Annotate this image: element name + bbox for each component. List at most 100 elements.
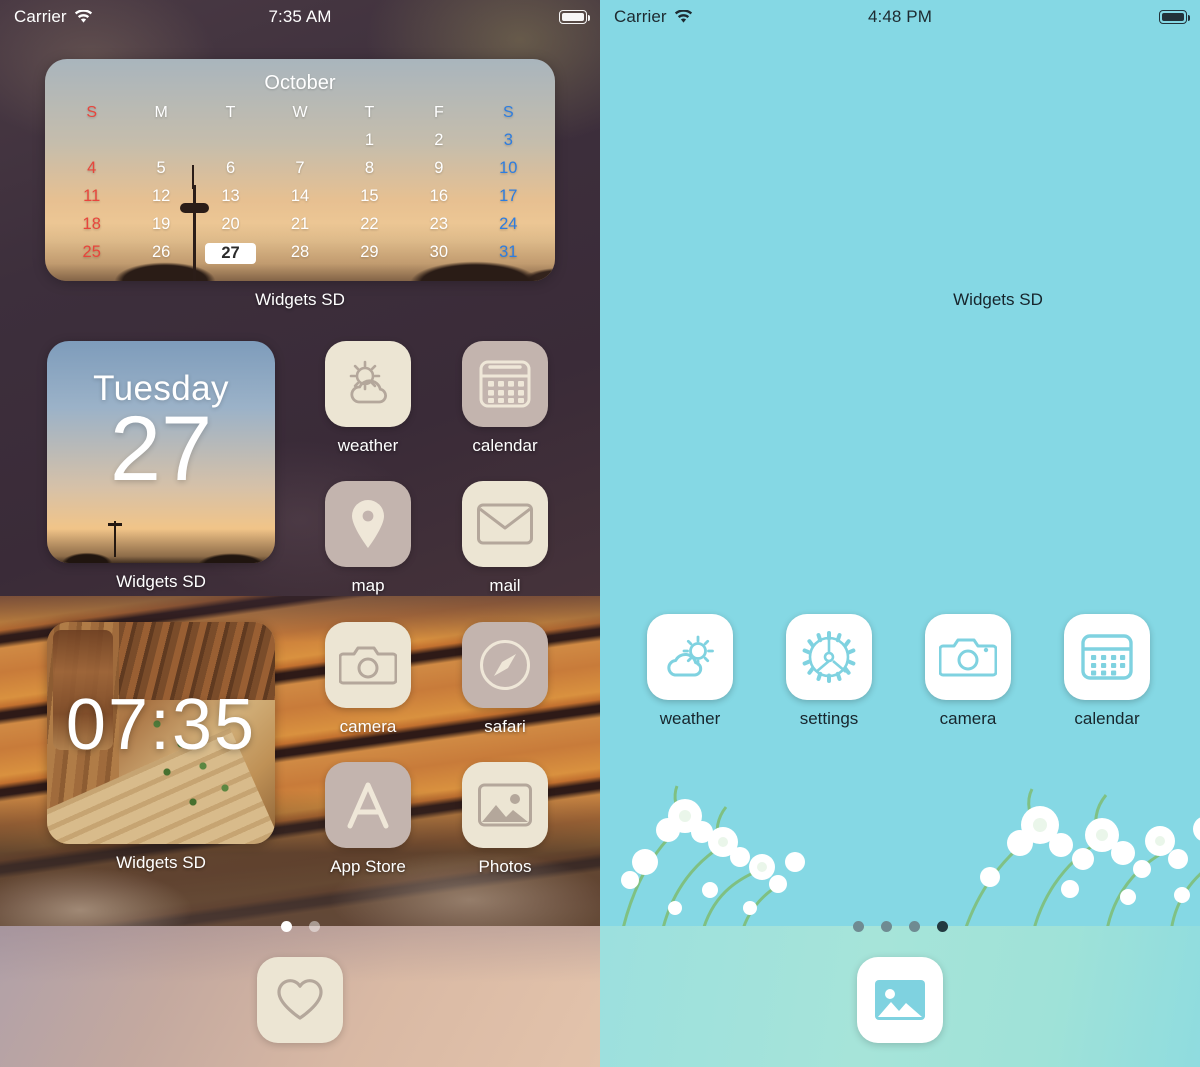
calendar-day: 19 — [151, 215, 171, 233]
calendar-day: 23 — [429, 215, 449, 233]
battery-icon — [1159, 10, 1190, 24]
status-time: 7:35 AM — [268, 7, 332, 26]
weather-sun-cloud-icon — [325, 341, 411, 427]
app-label: Photos — [478, 857, 532, 876]
safari-compass-icon — [462, 622, 548, 708]
calendar-day — [196, 131, 265, 150]
page-dot[interactable] — [880, 921, 892, 932]
calendar-header-cell: F — [433, 104, 444, 121]
calendar-day: 15 — [360, 187, 379, 205]
camera-icon — [925, 614, 1011, 700]
app-icon-app-store[interactable]: App Store — [312, 762, 424, 877]
mail-envelope-icon — [462, 481, 548, 567]
calendar-day: 11 — [83, 187, 101, 205]
calendar-day: 16 — [429, 187, 449, 205]
calendar-header-cell: T — [364, 104, 375, 121]
dual-phone-screenshot: Carrier 7:35 AM October S M T W T F S 1 … — [0, 0, 1200, 1067]
left-home-screen: Carrier 7:35 AM October S M T W T F S 1 … — [0, 0, 600, 1067]
calendar-day: 30 — [429, 243, 449, 261]
calendar-day: 8 — [364, 159, 375, 177]
page-dot-active[interactable] — [280, 921, 292, 932]
calendar-day: 6 — [225, 159, 236, 177]
app-icon-map[interactable]: map — [312, 481, 424, 596]
calendar-day: 12 — [151, 187, 171, 205]
app-icon-mail[interactable]: mail — [449, 481, 561, 596]
calendar-day: 10 — [499, 159, 518, 177]
calendar-header-cell: S — [86, 104, 98, 121]
app-icon-photos[interactable]: Photos — [449, 762, 561, 877]
photos-image-icon — [857, 957, 943, 1043]
calendar-day-today: 27 — [196, 243, 265, 265]
calendar-day: 22 — [360, 215, 379, 233]
status-time: 4:48 PM — [867, 7, 932, 26]
app-icon-calendar[interactable]: calendar — [1051, 614, 1163, 729]
status-bar: Carrier 7:35 AM — [0, 0, 600, 34]
dock-icon-heart[interactable] — [257, 957, 343, 1043]
app-label: settings — [799, 709, 859, 728]
calendar-day — [126, 131, 195, 150]
page-dot[interactable] — [908, 921, 920, 932]
app-icon-calendar[interactable]: calendar — [449, 341, 561, 456]
calendar-day: 14 — [290, 187, 310, 205]
app-icon-weather[interactable]: weather — [634, 614, 746, 729]
calendar-day: 24 — [499, 215, 518, 233]
app-label: weather — [337, 436, 399, 455]
map-pin-icon — [325, 481, 411, 567]
status-bar: Carrier 4:48 PM — [600, 0, 1200, 34]
app-label: safari — [484, 717, 526, 736]
calendar-day: 20 — [221, 215, 240, 233]
page-dots[interactable] — [600, 921, 1200, 932]
app-store-a-icon — [325, 762, 411, 848]
page-dots[interactable] — [0, 921, 600, 932]
page-dot[interactable] — [308, 921, 320, 932]
calendar-day: 29 — [360, 243, 379, 261]
app-icon-camera[interactable]: camera — [312, 622, 424, 737]
calendar-day: 17 — [499, 187, 518, 205]
calendar-today-value: 27 — [205, 243, 256, 265]
calendar-day: 31 — [499, 243, 518, 261]
calendar-header-cell: S — [502, 104, 514, 121]
calendar-day: 9 — [434, 159, 444, 177]
page-dot-active[interactable] — [936, 921, 948, 932]
app-icon-safari[interactable]: safari — [449, 622, 561, 737]
app-label: weather — [659, 709, 721, 728]
photos-image-icon — [462, 762, 548, 848]
calendar-icon — [1064, 614, 1150, 700]
heart-icon — [257, 957, 343, 1043]
calendar-header-cell: M — [154, 104, 168, 121]
calendar-day: 5 — [156, 159, 166, 177]
camera-icon — [325, 622, 411, 708]
calendar-header-cell: W — [292, 104, 308, 121]
calendar-header-cell: T — [225, 104, 236, 121]
calendar-grid: S M T W T F S 1 2 3 4 5 6 7 8 9 10 11 12… — [45, 104, 555, 265]
app-grid: weather settings camera calendar — [600, 0, 1200, 1067]
page-dot[interactable] — [852, 921, 864, 932]
calendar-day: 7 — [295, 159, 305, 177]
calendar-widget[interactable]: October S M T W T F S 1 2 3 4 5 6 7 8 9 … — [45, 59, 555, 281]
settings-gear-icon — [786, 614, 872, 700]
app-label: map — [351, 576, 385, 595]
app-label: App Store — [330, 857, 406, 876]
calendar-day: 2 — [434, 131, 444, 149]
app-icon-camera[interactable]: camera — [912, 614, 1024, 729]
dock-icon-photos[interactable] — [857, 957, 943, 1043]
calendar-day: 1 — [364, 131, 375, 149]
app-label: mail — [489, 576, 521, 595]
calendar-day: 4 — [87, 159, 97, 177]
app-icon-weather[interactable]: weather — [312, 341, 424, 456]
calendar-day: 13 — [221, 187, 240, 205]
calendar-day: 3 — [503, 131, 513, 149]
calendar-day: 21 — [290, 215, 310, 233]
app-label: calendar — [1074, 709, 1140, 728]
calendar-icon — [462, 341, 548, 427]
calendar-day: 25 — [82, 243, 101, 261]
calendar-month-title: October — [264, 72, 336, 94]
weather-sun-cloud-icon — [647, 614, 733, 700]
calendar-day: 18 — [82, 215, 101, 233]
app-label: camera — [339, 717, 397, 736]
right-home-screen: Carrier 4:48 PM Monday 12 October S M T … — [600, 0, 1200, 1067]
app-label: camera — [939, 709, 997, 728]
app-icon-settings[interactable]: settings — [773, 614, 885, 729]
calendar-day: 26 — [151, 243, 171, 261]
calendar-day: 28 — [290, 243, 310, 261]
